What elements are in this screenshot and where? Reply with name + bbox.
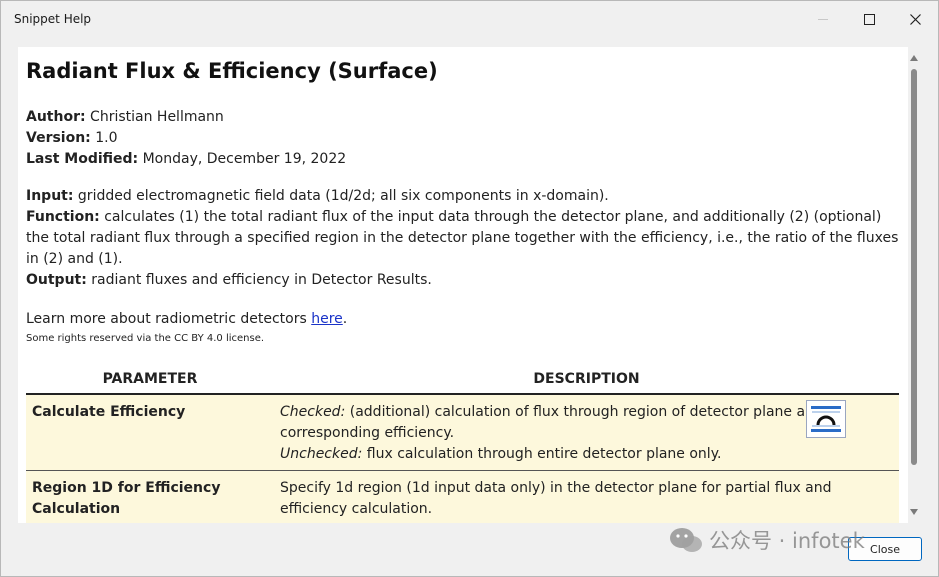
minimize-icon: [818, 18, 828, 20]
author-value: Christian Hellmann: [90, 109, 224, 125]
detector-icon[interactable]: [806, 400, 846, 438]
input-label: Input:: [26, 188, 74, 204]
snippet-help-window: Snippet Help Radiant Flux & Efficiency (…: [0, 0, 939, 577]
param-name: Calculate Efficiency: [26, 394, 274, 471]
output-label: Output:: [26, 272, 87, 288]
version-value: 1.0: [95, 130, 118, 146]
meta-info: Author: Christian Hellmann Version: 1.0 …: [26, 107, 346, 170]
close-window-button[interactable]: [892, 1, 938, 37]
table-header-row: PARAMETER DESCRIPTION: [26, 364, 899, 395]
learn-more-link[interactable]: here: [311, 311, 343, 327]
maximize-icon: [863, 13, 875, 25]
learn-more: Learn more about radiometric detectors h…: [26, 311, 347, 327]
help-content: Radiant Flux & Efficiency (Surface) Auth…: [18, 47, 908, 523]
param-name: Region 1D for Efficiency Calculation: [26, 470, 274, 523]
table-row: Calculate Efficiency Checked: (additiona…: [26, 394, 899, 471]
output-text: radiant fluxes and efficiency in Detecto…: [91, 272, 432, 288]
learn-more-end: .: [342, 311, 348, 327]
window-title: Snippet Help: [14, 12, 92, 26]
detector-icon-graphic: [811, 406, 841, 432]
version-label: Version:: [26, 130, 91, 146]
scroll-down-icon[interactable]: [910, 509, 918, 515]
header-description: DESCRIPTION: [274, 364, 899, 395]
param-description: Specify 1d region (1d input data only) i…: [274, 470, 899, 523]
license-note: Some rights reserved via the CC BY 4.0 l…: [26, 333, 265, 344]
modified-label: Last Modified:: [26, 151, 139, 167]
watermark-text: 公众号 · infotek: [709, 529, 865, 553]
table-row: Region 1D for Efficiency Calculation Spe…: [26, 470, 899, 523]
maximize-button[interactable]: [846, 1, 892, 37]
modified-value: Monday, December 19, 2022: [142, 151, 347, 167]
description-block: Input: gridded electromagnetic field dat…: [26, 186, 900, 291]
wechat-icon: [670, 528, 702, 552]
checked-text: (additional) calculation of flux through…: [280, 404, 823, 441]
author-label: Author:: [26, 109, 86, 125]
function-text: calculates (1) the total radiant flux of…: [26, 209, 899, 267]
unchecked-label: Unchecked:: [280, 446, 363, 462]
unchecked-text: flux calculation through entire detector…: [366, 446, 722, 462]
parameter-table: PARAMETER DESCRIPTION Calculate Efficien…: [26, 364, 899, 523]
input-text: gridded electromagnetic field data (1d/2…: [77, 188, 609, 204]
checked-label: Checked:: [280, 404, 346, 420]
vertical-scrollbar[interactable]: [908, 47, 921, 523]
minimize-button[interactable]: [800, 1, 846, 37]
scroll-up-icon[interactable]: [910, 55, 918, 61]
watermark: 公众号 · infotek: [669, 525, 865, 555]
close-icon: [909, 13, 921, 25]
learn-more-text: Learn more about radiometric detectors: [26, 311, 312, 327]
scroll-thumb[interactable]: [911, 69, 917, 465]
function-label: Function:: [26, 209, 100, 225]
header-parameter: PARAMETER: [26, 364, 274, 395]
page-title: Radiant Flux & Efficiency (Surface): [26, 59, 438, 83]
title-bar[interactable]: Snippet Help: [1, 1, 938, 37]
